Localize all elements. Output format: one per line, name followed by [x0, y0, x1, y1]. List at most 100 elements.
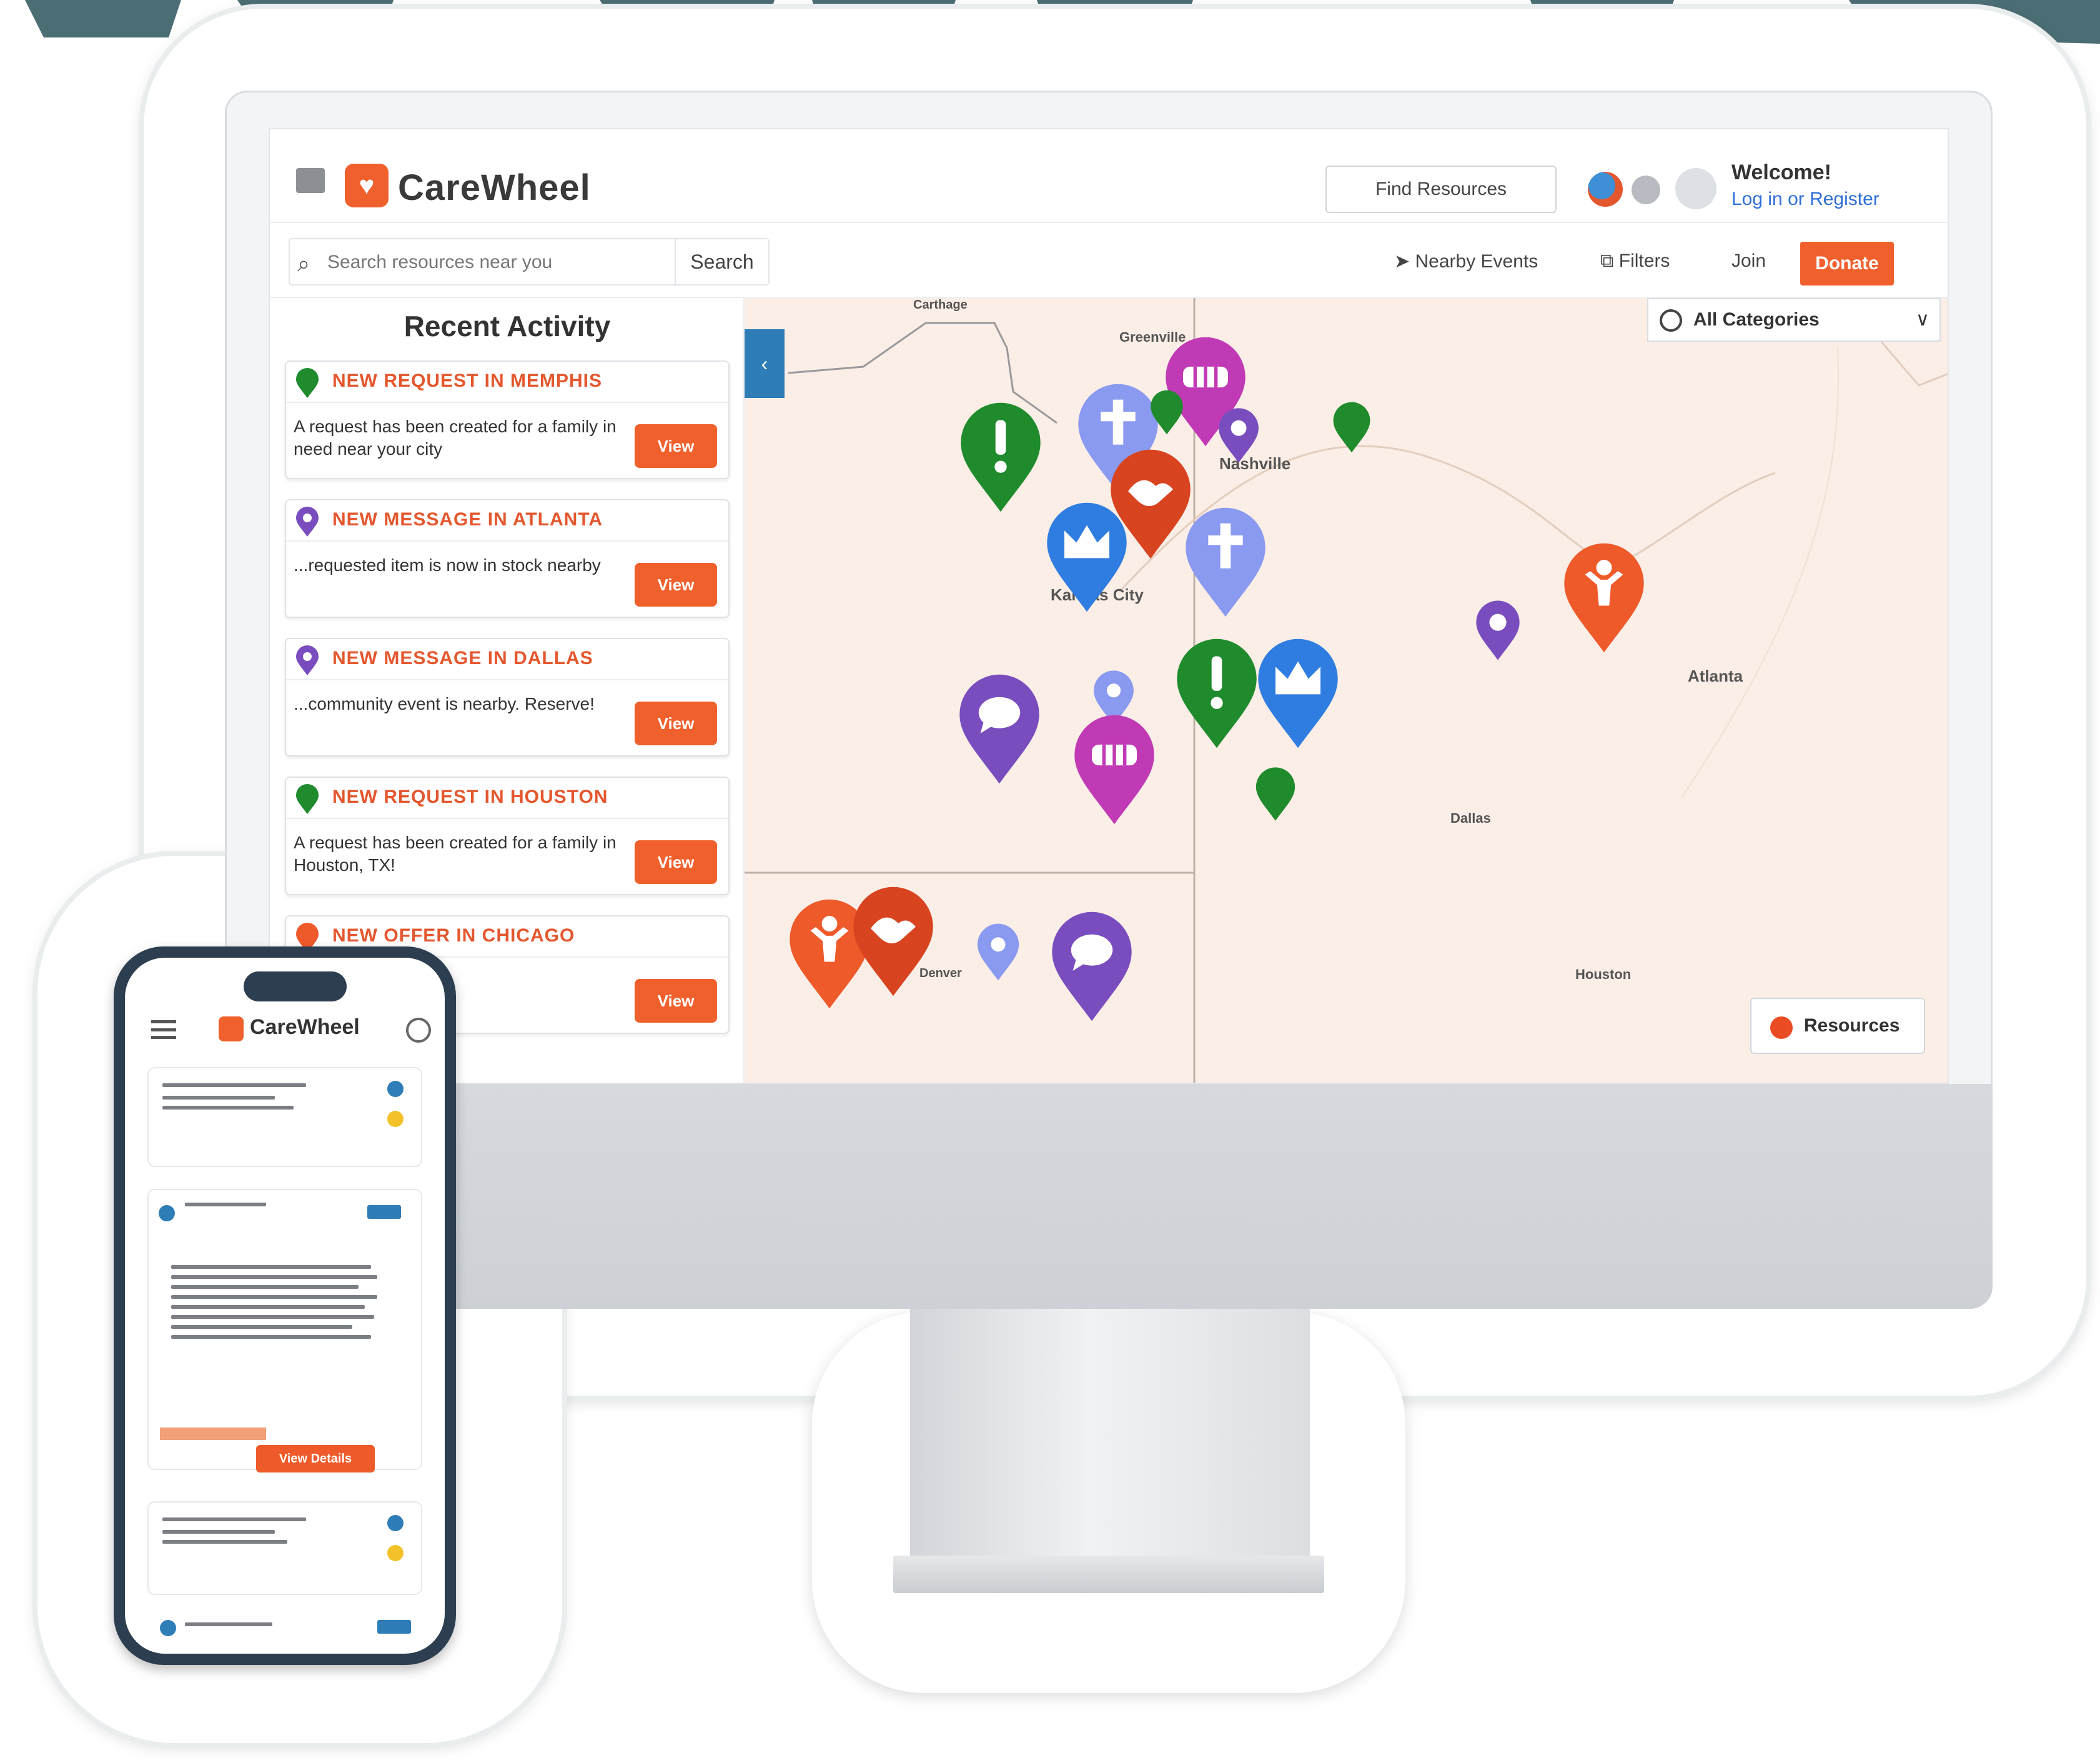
- nearby-events-link[interactable]: ➤ Nearby Events: [1394, 251, 1538, 272]
- hamburger-menu-icon[interactable]: [296, 168, 325, 193]
- category-select[interactable]: All Categories ∨: [1647, 298, 1941, 342]
- detail-text-block: [171, 1265, 377, 1345]
- map-label: Dallas: [1450, 810, 1491, 826]
- community-pin-icon[interactable]: [1071, 713, 1158, 826]
- category-tag: [367, 1205, 401, 1219]
- find-resources-button[interactable]: Find Resources: [1325, 166, 1557, 213]
- view-button[interactable]: View: [635, 424, 717, 468]
- view-button[interactable]: View: [635, 563, 717, 607]
- monitor-chin: [225, 1084, 1993, 1309]
- legend-dot-icon: [1770, 1016, 1793, 1039]
- card-title: NEW MESSAGE IN DALLAS: [332, 648, 593, 668]
- collapse-sidebar-button[interactable]: ‹: [745, 329, 785, 398]
- placeholder-line: [162, 1517, 306, 1521]
- crown-pin-icon[interactable]: [1043, 501, 1131, 613]
- placeholder-line: [171, 1335, 371, 1339]
- location-pin-icon[interactable]: [1474, 600, 1522, 661]
- monitor-stand-neck: [910, 1309, 1310, 1559]
- location-pin-icon: [160, 1620, 176, 1636]
- avatar[interactable]: [1675, 168, 1716, 209]
- small-green-pin-icon[interactable]: [1332, 401, 1372, 454]
- sidebar-title: Recent Activity: [404, 310, 611, 342]
- settings-icon[interactable]: [406, 1018, 431, 1043]
- card-body: A request has been created for a family …: [294, 833, 617, 875]
- phone-detail-card: [147, 1189, 422, 1470]
- phone-card[interactable]: [147, 1067, 422, 1167]
- card-title: NEW REQUEST IN MEMPHIS: [332, 370, 603, 391]
- login-register-link[interactable]: Log in or Register: [1731, 189, 1880, 210]
- legend-label: Resources: [1804, 1015, 1900, 1036]
- card-body: ...community event is nearby. Reserve!: [294, 694, 595, 713]
- handshake-pin-icon[interactable]: [849, 885, 937, 998]
- map-label: Houston: [1575, 966, 1632, 982]
- phone-card[interactable]: [147, 1501, 422, 1595]
- purple-pin-icon: [296, 507, 319, 537]
- green-pin-icon: [296, 784, 319, 814]
- alert-pin-icon[interactable]: [1173, 637, 1260, 750]
- crown-pin-icon[interactable]: [1254, 637, 1342, 750]
- resource-map[interactable]: ‹ All Categories ∨ Carthage Greenville N…: [745, 298, 1948, 1083]
- map-label: Atlanta: [1688, 667, 1743, 685]
- search-button[interactable]: Search: [675, 239, 768, 284]
- activity-card[interactable]: NEW MESSAGE IN ATLANTA ...requested item…: [285, 499, 730, 618]
- card-body: ...requested item is now in stock nearby: [294, 555, 601, 575]
- placeholder-line: [162, 1083, 306, 1087]
- filter-icon: [1660, 309, 1682, 332]
- activity-card[interactable]: NEW MESSAGE IN DALLAS ...community event…: [285, 638, 730, 757]
- card-title: NEW OFFER IN CHICAGO: [332, 925, 575, 946]
- hamburger-menu-icon[interactable]: [151, 1020, 176, 1039]
- person-pin-icon[interactable]: [1560, 542, 1648, 654]
- nearby-events-label: Nearby Events: [1415, 251, 1538, 272]
- placeholder-line: [162, 1096, 275, 1100]
- app-logo-icon[interactable]: ♥: [345, 164, 389, 207]
- card-title: NEW REQUEST IN HOUSTON: [332, 787, 608, 807]
- progress-segments: [160, 1428, 266, 1440]
- category-select-value: All Categories: [1693, 309, 1820, 330]
- filters-link[interactable]: ⧉ Filters: [1600, 251, 1670, 272]
- notifications-icon[interactable]: [1588, 172, 1623, 207]
- card-divider: [286, 402, 728, 403]
- view-details-button[interactable]: View Details: [256, 1445, 375, 1472]
- search-bar: ⌕ Search resources near you Search: [289, 238, 770, 286]
- green-pin-icon: [296, 368, 319, 398]
- app-title: CareWheel: [398, 167, 591, 208]
- welcome-text: Welcome!: [1731, 161, 1831, 184]
- chevron-down-icon: ∨: [1916, 309, 1929, 330]
- map-toolbar: ⌕ Search resources near you Search ➤ Nea…: [270, 223, 1948, 298]
- settings-icon[interactable]: [1632, 176, 1660, 204]
- filters-label: Filters: [1618, 251, 1670, 271]
- alert-pin-icon[interactable]: [957, 401, 1044, 514]
- activity-card[interactable]: NEW REQUEST IN HOUSTON A request has bee…: [285, 777, 730, 895]
- small-green-pin-icon[interactable]: [1254, 767, 1297, 822]
- phone-app-title: CareWheel: [250, 1015, 360, 1039]
- join-link[interactable]: Join: [1731, 251, 1766, 272]
- map-label: Carthage: [913, 298, 968, 312]
- small-green-pin-icon[interactable]: [1149, 389, 1184, 436]
- chat-pin-icon[interactable]: [1048, 910, 1136, 1023]
- search-input[interactable]: Search resources near you: [327, 252, 552, 273]
- location-pin-icon[interactable]: [1217, 407, 1260, 464]
- placeholder-line: [171, 1325, 352, 1329]
- view-button[interactable]: View: [635, 979, 717, 1023]
- status-dot-icon: [387, 1081, 404, 1097]
- status-dot-icon: [387, 1545, 404, 1561]
- activity-card[interactable]: NEW REQUEST IN MEMPHIS A request has bee…: [285, 360, 730, 479]
- mobile-phone: CareWheel View Details: [114, 946, 456, 1665]
- phone-notch: [244, 971, 347, 1001]
- app-header: ♥ CareWheel Find Resources Welcome! Log …: [270, 129, 1948, 223]
- view-button[interactable]: View: [635, 702, 717, 745]
- desktop-monitor: ♥ CareWheel Find Resources Welcome! Log …: [225, 91, 1993, 1309]
- placeholder-line: [162, 1540, 287, 1544]
- chat-pin-icon[interactable]: [956, 673, 1043, 785]
- view-button[interactable]: View: [635, 840, 717, 884]
- placeholder-line: [171, 1295, 377, 1299]
- donate-button[interactable]: Donate: [1800, 242, 1894, 286]
- church-pin-icon[interactable]: [1182, 506, 1269, 618]
- placeholder-line: [171, 1315, 374, 1319]
- search-icon: ⌕: [297, 251, 310, 276]
- location-pin-icon[interactable]: [976, 923, 1021, 981]
- card-divider: [286, 818, 728, 819]
- phone-screen: CareWheel View Details: [125, 958, 445, 1654]
- resources-legend-button[interactable]: Resources: [1750, 998, 1925, 1054]
- placeholder-line: [162, 1530, 275, 1534]
